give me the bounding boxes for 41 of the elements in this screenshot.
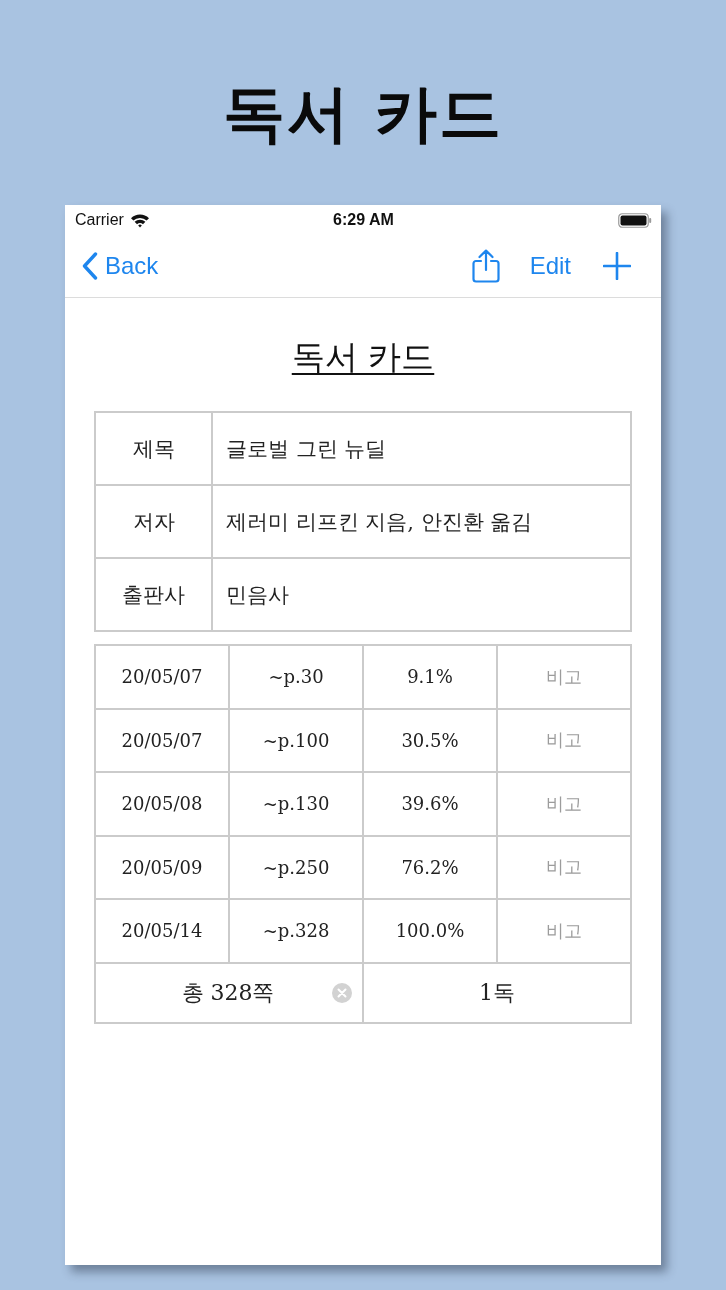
card-title: 독서 카드 [291, 336, 435, 378]
share-icon [471, 249, 500, 283]
back-chevron-icon [82, 252, 98, 280]
page-cell: ~p.250 [230, 836, 362, 898]
info-label: 저자 [96, 486, 211, 557]
progress-cell: 39.6% [364, 773, 496, 835]
note-field[interactable]: 비고 [498, 646, 630, 708]
date-cell: 20/05/14 [96, 900, 228, 962]
date-cell: 20/05/09 [96, 836, 228, 898]
total-pages-field[interactable]: 총 328쪽 [96, 963, 362, 1022]
page-cell: ~p.100 [230, 709, 362, 771]
read-count-cell: 1독 [364, 963, 630, 1022]
note-field[interactable]: 비고 [498, 836, 630, 898]
note-field[interactable]: 비고 [498, 709, 630, 771]
progress-cell: 30.5% [364, 709, 496, 771]
info-value: 민음사 [213, 559, 630, 630]
progress-cell: 100.0% [364, 900, 496, 962]
progress-cell: 76.2% [364, 836, 496, 898]
date-cell: 20/05/07 [96, 709, 228, 771]
info-value: 글로벌 그린 뉴딜 [213, 413, 630, 484]
page-cell: ~p.130 [230, 773, 362, 835]
progress-cell: 9.1% [364, 646, 496, 708]
share-button[interactable] [471, 249, 500, 283]
page-cell: ~p.328 [230, 900, 362, 962]
carrier-name: Carrier [75, 211, 124, 229]
page-cell: ~p.30 [230, 646, 362, 708]
edit-button[interactable]: Edit [529, 252, 571, 280]
wifi-icon [129, 212, 150, 228]
info-value: 제러미 리프킨 지음, 안진환 옮김 [213, 486, 630, 557]
battery-icon [618, 212, 652, 228]
add-icon [603, 252, 631, 280]
date-cell: 20/05/07 [96, 646, 228, 708]
status-time: 6:29 AM [333, 211, 394, 229]
add-button[interactable] [603, 252, 631, 280]
back-button[interactable]: Back [82, 252, 159, 280]
note-field[interactable]: 비고 [498, 900, 630, 962]
note-field[interactable]: 비고 [498, 773, 630, 835]
info-label: 출판사 [96, 559, 211, 630]
page-title: 독서 카드 [223, 76, 503, 152]
date-cell: 20/05/08 [96, 773, 228, 835]
info-label: 제목 [96, 413, 211, 484]
